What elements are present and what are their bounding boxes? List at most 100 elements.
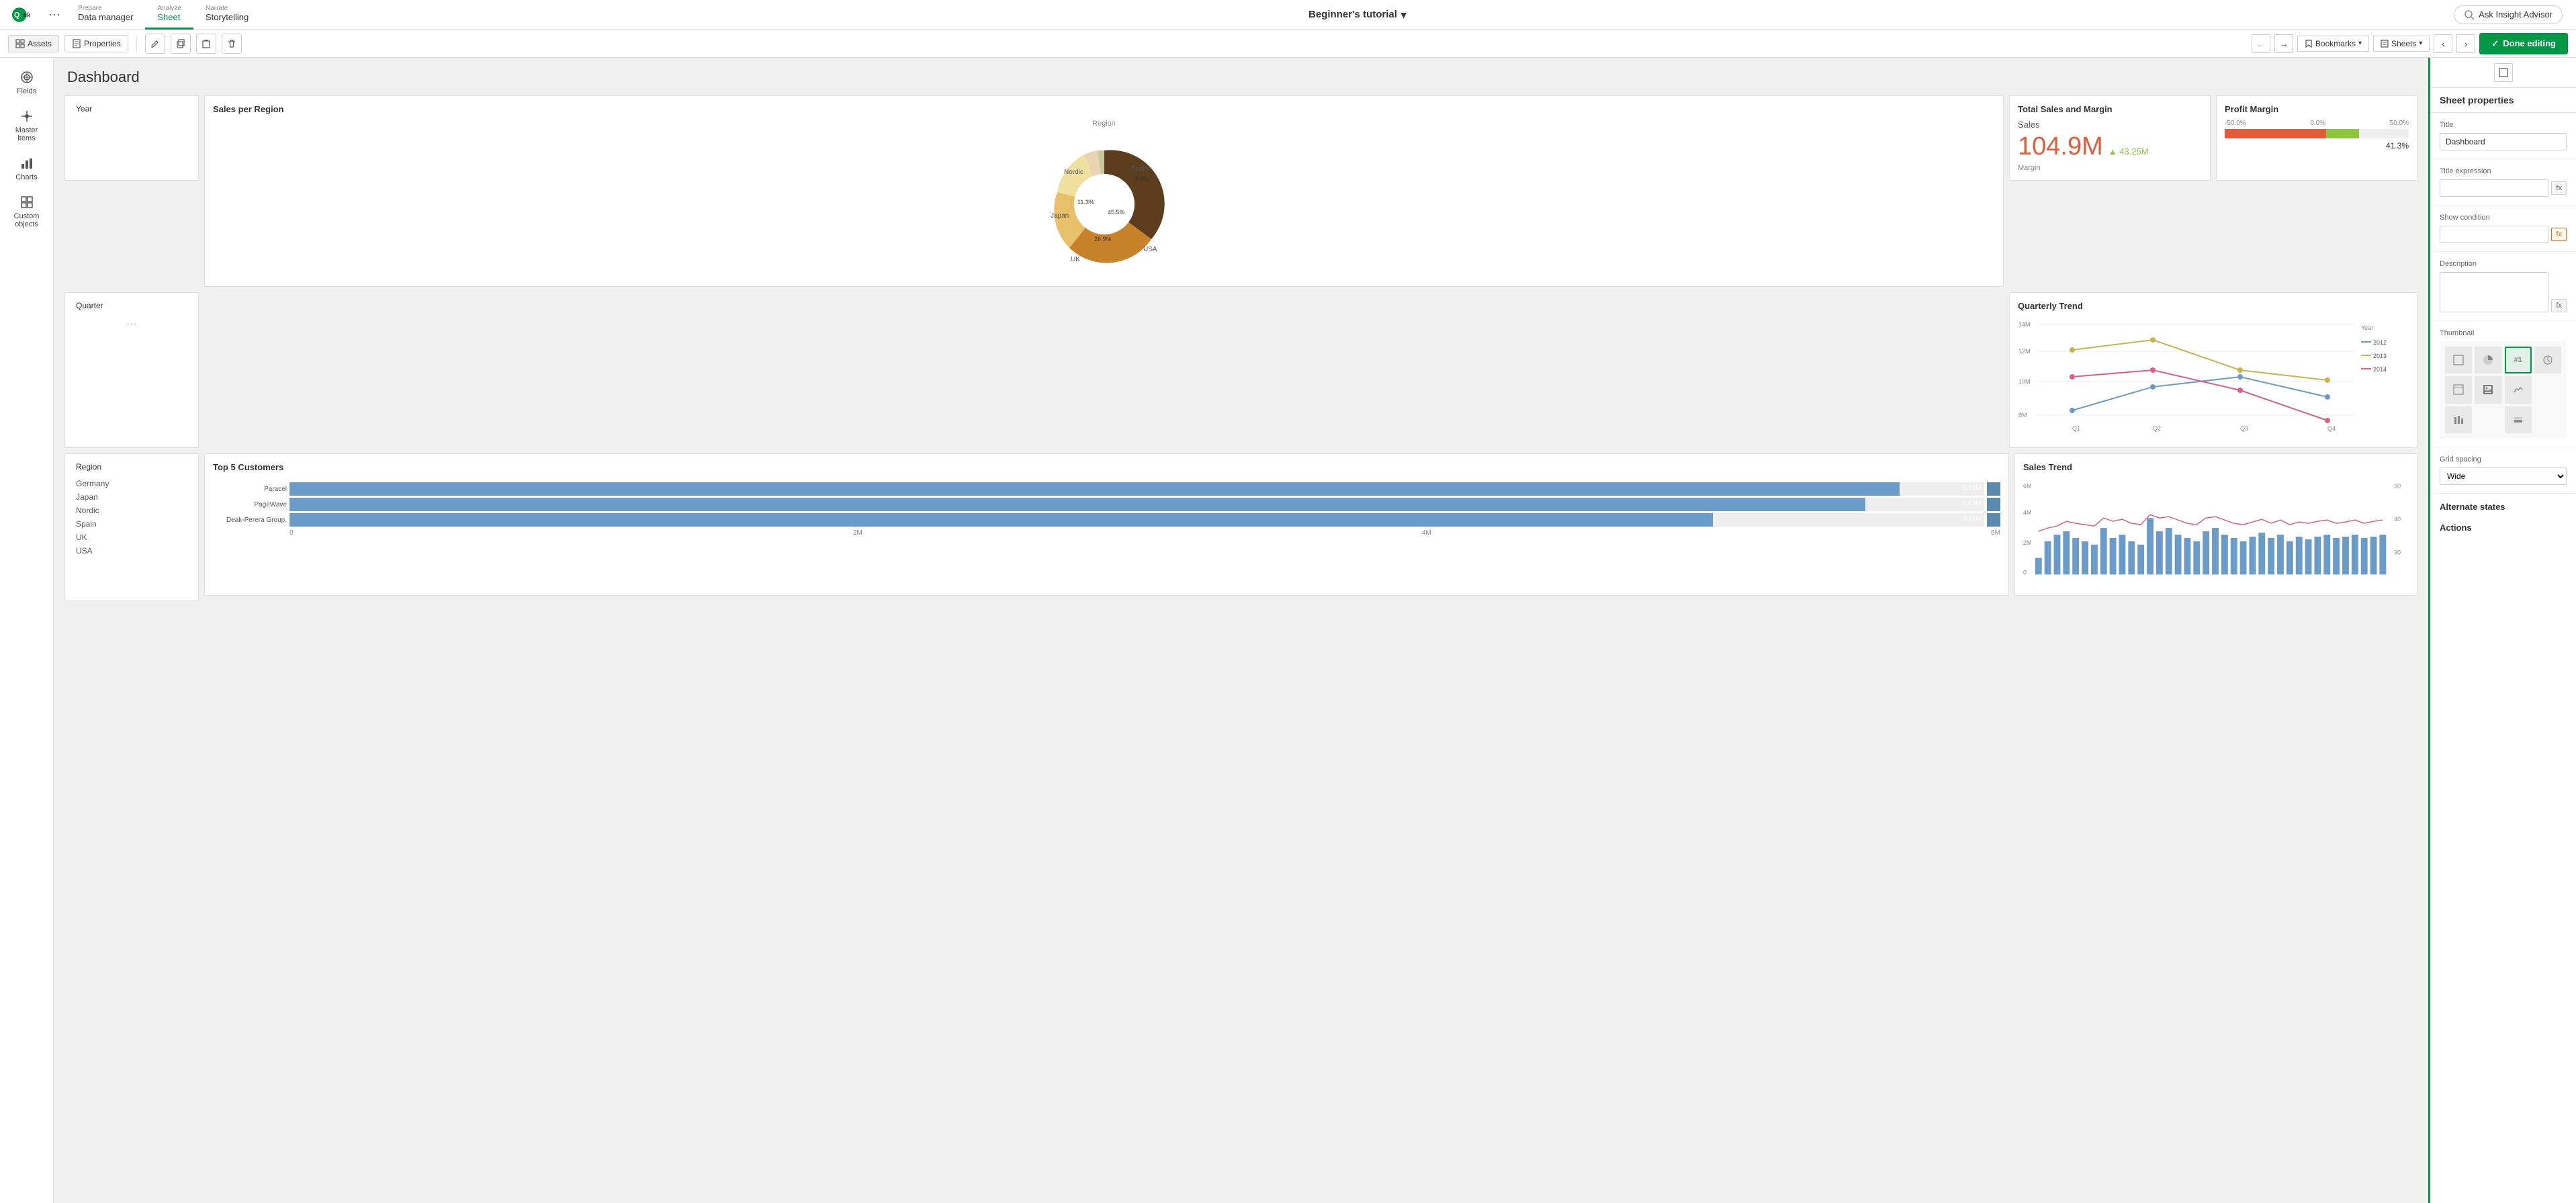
bar-outer-paracel: 5.69M bbox=[290, 482, 1984, 496]
copy-icon-button[interactable] bbox=[171, 34, 191, 54]
quarter-filter-card[interactable]: Quarter ··· bbox=[64, 292, 199, 448]
edit-icon-button[interactable] bbox=[145, 34, 165, 54]
svg-text:UK: UK bbox=[1071, 256, 1080, 263]
more-options-icon[interactable]: ··· bbox=[43, 7, 66, 21]
svg-text:8M: 8M bbox=[2018, 412, 2027, 418]
svg-text:26.9%: 26.9% bbox=[1094, 236, 1112, 242]
properties-icon bbox=[72, 39, 81, 48]
thumb-stacked-icon bbox=[2513, 414, 2524, 425]
bar-icon-pagewave bbox=[1987, 498, 2000, 511]
svg-text:11.3%: 11.3% bbox=[1077, 199, 1094, 206]
bar-fill-paracel: 5.69M bbox=[290, 482, 1900, 496]
left-sidebar: Fields Master items Charts Cu bbox=[0, 58, 54, 1203]
description-textarea[interactable] bbox=[2440, 272, 2548, 312]
master-items-icon bbox=[19, 109, 34, 124]
bar-row-pagewave: PageWave 5.63M bbox=[213, 498, 2000, 511]
panel-view-toggle bbox=[2430, 58, 2576, 88]
search-icon bbox=[2464, 9, 2475, 20]
panel-show-condition-section: Show condition fx bbox=[2430, 206, 2576, 252]
done-editing-button[interactable]: ✓ Done editing bbox=[2479, 33, 2568, 54]
region-spain[interactable]: Spain bbox=[76, 517, 187, 531]
thumb-layout[interactable] bbox=[2445, 347, 2472, 373]
svg-text:50: 50 bbox=[2394, 483, 2401, 490]
sidebar-item-custom-objects[interactable]: Custom objects bbox=[3, 189, 51, 234]
panel-header: Sheet properties bbox=[2430, 88, 2576, 113]
bar-row-paracel: Paracel 5.69M bbox=[213, 482, 2000, 496]
delete-icon-button[interactable] bbox=[222, 34, 242, 54]
region-uk[interactable]: UK bbox=[76, 531, 187, 544]
svg-text:Q3: Q3 bbox=[2240, 425, 2248, 432]
next-sheet-button[interactable]: › bbox=[2456, 34, 2475, 53]
thumb-pie[interactable] bbox=[2475, 347, 2501, 373]
total-sales-card: Total Sales and Margin Sales 104.9M ▲ 43… bbox=[2009, 95, 2211, 181]
tab-narrate[interactable]: Narrate Storytelling bbox=[193, 0, 261, 30]
title-input[interactable] bbox=[2440, 133, 2567, 150]
fx-button-title[interactable]: fx bbox=[2551, 181, 2567, 195]
custom-objects-icon bbox=[19, 195, 34, 210]
margin-value: ▲ 43.25M bbox=[2108, 146, 2149, 157]
show-condition-label: Show condition bbox=[2440, 214, 2567, 222]
prev-sheet-button[interactable]: ‹ bbox=[2434, 34, 2452, 53]
thumb-image-icon bbox=[2483, 384, 2493, 395]
quarter-filter-content: ··· bbox=[71, 313, 193, 336]
region-japan[interactable]: Japan bbox=[76, 490, 187, 504]
undo-button[interactable]: ← bbox=[2252, 34, 2270, 53]
description-row: fx bbox=[2440, 272, 2567, 312]
thumb-clock-icon bbox=[2542, 355, 2553, 365]
profit-margin-title: Profit Margin bbox=[2225, 104, 2409, 114]
assets-button[interactable]: Assets bbox=[8, 35, 59, 52]
panel-description-section: Description fx bbox=[2430, 252, 2576, 321]
bar-outer-pagewave: 5.63M bbox=[290, 498, 1984, 511]
properties-button[interactable]: Properties bbox=[64, 35, 128, 52]
show-condition-input[interactable] bbox=[2440, 226, 2548, 243]
title-expression-input[interactable] bbox=[2440, 179, 2548, 197]
thumbnail-label: Thumbnail bbox=[2440, 329, 2567, 337]
grid-spacing-select-row: Wide Medium Narrow No spacing bbox=[2440, 467, 2567, 485]
nav-right: Ask Insight Advisor bbox=[2454, 5, 2571, 24]
panel-layout-icon[interactable] bbox=[2494, 63, 2513, 82]
svg-text:6M: 6M bbox=[2023, 483, 2031, 490]
divider bbox=[136, 36, 137, 52]
svg-text:45.5%: 45.5% bbox=[1108, 209, 1125, 216]
tab-prepare[interactable]: Prepare Data manager bbox=[66, 0, 145, 30]
region-filter-card[interactable]: Region Germany Japan Nordic Spain UK USA bbox=[64, 453, 199, 601]
app-logo[interactable]: Q lik bbox=[5, 7, 43, 23]
app-title-button[interactable]: Beginner's tutorial ▾ bbox=[1308, 9, 1406, 21]
toolbar-right: ← → Bookmarks ▾ Sheets ▾ ‹ › ✓ Done edit… bbox=[2252, 33, 2568, 54]
svg-text:2012: 2012 bbox=[2373, 339, 2387, 346]
svg-text:0: 0 bbox=[2023, 569, 2027, 576]
paste-icon-button[interactable] bbox=[196, 34, 216, 54]
thumbnail-grid: #1 bbox=[2440, 341, 2567, 439]
sidebar-item-master-items[interactable]: Master items bbox=[3, 103, 51, 148]
thumb-current[interactable]: #1 bbox=[2505, 347, 2532, 373]
thumb-line[interactable] bbox=[2505, 376, 2532, 403]
thumb-clock[interactable] bbox=[2534, 347, 2561, 373]
thumb-table[interactable] bbox=[2445, 376, 2472, 403]
fx-button-description[interactable]: fx bbox=[2551, 299, 2567, 312]
toolbar: Assets Properties ← bbox=[0, 30, 2576, 58]
bookmarks-button[interactable]: Bookmarks ▾ bbox=[2297, 36, 2369, 52]
thumb-bar-chart[interactable] bbox=[2445, 406, 2472, 433]
sheets-button[interactable]: Sheets ▾ bbox=[2373, 36, 2430, 52]
grid-spacing-select[interactable]: Wide Medium Narrow No spacing bbox=[2440, 467, 2567, 485]
redo-button[interactable]: → bbox=[2274, 34, 2293, 53]
sidebar-item-charts[interactable]: Charts bbox=[3, 150, 51, 187]
quarterly-trend-title: Quarterly Trend bbox=[2018, 301, 2409, 311]
thumb-image[interactable] bbox=[2475, 376, 2501, 403]
sidebar-item-fields[interactable]: Fields bbox=[3, 64, 51, 101]
tab-analyze[interactable]: Analyze Sheet bbox=[145, 0, 193, 30]
sales-trend-title: Sales Trend bbox=[2023, 462, 2409, 472]
bar-row-deak: Deak-Perera Group. 5.11M bbox=[213, 513, 2000, 527]
title-expression-row: fx bbox=[2440, 179, 2567, 197]
year-filter-card[interactable]: Year bbox=[64, 95, 199, 181]
fx-button-condition[interactable]: fx bbox=[2551, 228, 2567, 241]
region-germany[interactable]: Germany bbox=[76, 477, 187, 490]
region-usa[interactable]: USA bbox=[76, 544, 187, 558]
insight-advisor-button[interactable]: Ask Insight Advisor bbox=[2454, 5, 2563, 24]
svg-text:4M: 4M bbox=[2023, 509, 2031, 516]
profit-axis: -50.0% 0.0% 50.0% bbox=[2225, 120, 2409, 127]
svg-text:30: 30 bbox=[2394, 549, 2401, 556]
region-nordic[interactable]: Nordic bbox=[76, 504, 187, 517]
quarterly-trend-svg: 14M 12M 10M 8M Q1 Q2 Q3 Q4 bbox=[2018, 316, 2409, 437]
thumb-stacked-bar[interactable] bbox=[2505, 406, 2532, 433]
